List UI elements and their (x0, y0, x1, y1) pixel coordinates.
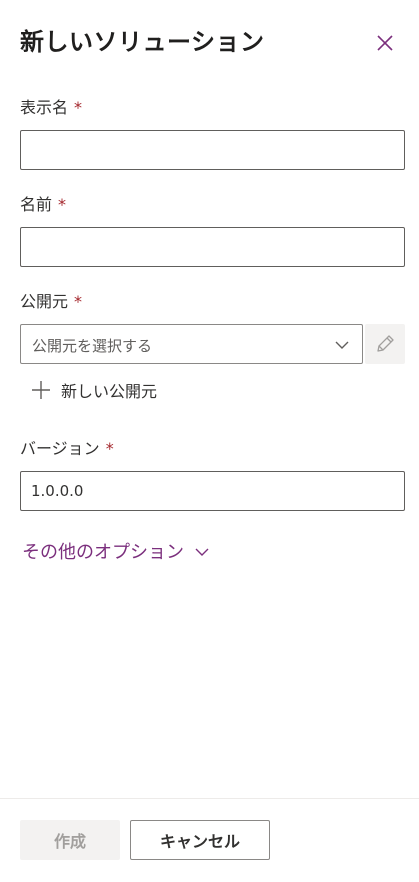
publisher-dropdown-placeholder: 公開元を選択する (32, 337, 153, 355)
cancel-button[interactable]: キャンセル (130, 820, 270, 860)
plus-icon (32, 381, 50, 399)
display-name-label-text: 表示名 (20, 98, 69, 117)
new-solution-panel: 新しいソリューション 表示名 * 名前 * 公開元 * 公開元を選択する 新しい… (0, 0, 419, 882)
footer-divider (0, 798, 419, 799)
required-marker: * (105, 439, 114, 458)
publisher-label-text: 公開元 (20, 292, 69, 311)
create-button[interactable]: 作成 (20, 820, 120, 860)
required-marker: * (74, 292, 83, 311)
required-marker: * (58, 195, 67, 214)
name-label-text: 名前 (20, 195, 53, 214)
version-label-text: バージョン (20, 439, 100, 458)
more-options-label: その他のオプション (22, 542, 184, 563)
pencil-icon (377, 335, 394, 352)
display-name-label: 表示名 * (20, 94, 82, 118)
publisher-label: 公開元 * (20, 288, 82, 312)
name-input[interactable] (20, 227, 405, 267)
display-name-input[interactable] (20, 130, 405, 170)
close-button[interactable] (372, 30, 398, 56)
version-label: バージョン * (20, 435, 114, 459)
publisher-dropdown[interactable]: 公開元を選択する (20, 324, 363, 364)
close-icon (377, 35, 393, 51)
required-marker: * (74, 98, 83, 117)
chevron-down-icon (195, 548, 209, 556)
new-publisher-label: 新しい公開元 (61, 382, 158, 401)
name-label: 名前 * (20, 191, 66, 215)
chevron-down-icon (335, 341, 349, 349)
panel-title: 新しいソリューション (20, 28, 265, 56)
edit-publisher-button[interactable] (365, 324, 405, 364)
version-input[interactable] (20, 471, 405, 511)
more-options-toggle[interactable]: その他のオプション (22, 538, 210, 564)
new-publisher-button[interactable]: 新しい公開元 (30, 376, 157, 404)
